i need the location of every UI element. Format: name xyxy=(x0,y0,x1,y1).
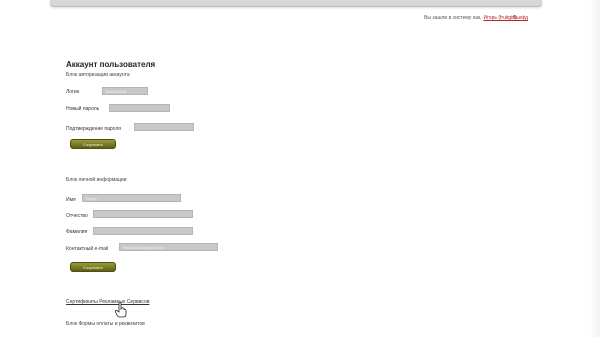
save-personal-button[interactable]: Сохранить xyxy=(70,262,116,272)
email-field[interactable]: fuxtan2006@yandex.ru xyxy=(119,243,218,251)
login-field[interactable]: fuxtan2006 xyxy=(102,87,148,95)
new-password-label: Новый пароль xyxy=(66,106,100,112)
new-password-field[interactable] xyxy=(109,104,170,112)
last-name-label: Фамилия xyxy=(66,229,88,235)
last-name-field[interactable] xyxy=(93,227,193,235)
first-name-label: Имя xyxy=(66,197,76,203)
confirm-password-label: Подтверждение пароля xyxy=(66,126,121,132)
login-label: Логин xyxy=(66,89,80,95)
patronymic-label: Отчество xyxy=(66,213,88,219)
user-prefix-text: Вы зашли в систему как, xyxy=(424,15,482,21)
save-auth-button[interactable]: Сохранить xyxy=(70,139,116,149)
personal-block-title: Блок личной информации xyxy=(66,177,127,183)
email-label: Контактный e-mail xyxy=(66,246,109,252)
user-profile-link[interactable]: Игорь (fruitgirl) xyxy=(483,15,516,21)
auth-block-title: Блок авторизации аккаунта xyxy=(66,72,130,78)
payment-block-title: Блок Формы оплаты и реквизитов xyxy=(66,321,145,327)
first-name-field[interactable]: Игорь xyxy=(82,194,181,202)
certificates-link[interactable]: Сертификаты Рекламных Сервисов xyxy=(66,299,149,305)
page-title: Аккаунт пользователя xyxy=(66,60,156,69)
patronymic-field[interactable] xyxy=(93,210,193,218)
logout-link[interactable]: Выход xyxy=(513,15,528,21)
confirm-password-field[interactable] xyxy=(134,123,194,131)
top-bar xyxy=(50,0,542,7)
right-edge-shade xyxy=(590,0,600,337)
hand-cursor-icon xyxy=(114,302,127,318)
